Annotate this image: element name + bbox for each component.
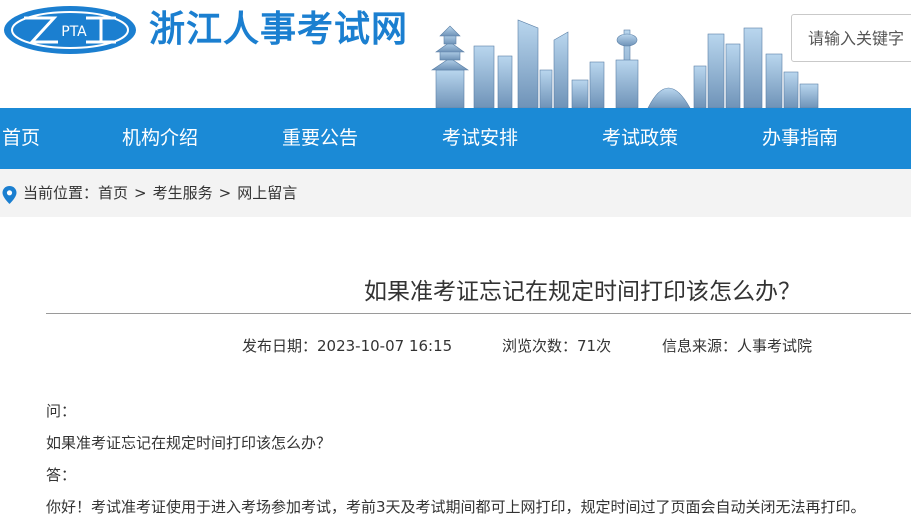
answer-text: 你好！考试准考证使用于进入考场参加考试，考前3天及考试期间都可上网打印，规定时间… (46, 498, 866, 516)
pta-logo-icon[interactable]: PTA (2, 4, 138, 56)
nav-item-service-guide[interactable]: 办事指南 (762, 108, 838, 169)
publish-date: 发布日期：2023-10-07 16:15 (242, 337, 453, 355)
logo-text: PTA (61, 24, 87, 40)
title-divider (46, 313, 911, 314)
site-name[interactable]: 浙江人事考试网 (149, 4, 408, 56)
view-count: 浏览次数：71次 (502, 337, 612, 355)
nav-item-announcements[interactable]: 重要公告 (282, 108, 358, 169)
breadcrumb-prefix: 当前位置： (23, 184, 99, 202)
search-input[interactable] (791, 14, 911, 62)
location-pin-icon (2, 186, 17, 204)
question-label: 问： (46, 402, 77, 420)
breadcrumb: 当前位置：首页 > 考生服务 > 网上留言 (0, 169, 911, 217)
breadcrumb-online-message[interactable]: 网上留言 (237, 184, 297, 202)
info-source: 信息来源：人事考试院 (662, 337, 813, 355)
breadcrumb-separator: > (218, 184, 232, 202)
answer-label: 答： (46, 466, 77, 484)
breadcrumb-home[interactable]: 首页 (98, 184, 128, 202)
nav-item-about[interactable]: 机构介绍 (122, 108, 198, 169)
nav-item-exam-policy[interactable]: 考试政策 (602, 108, 678, 169)
breadcrumb-trail: 当前位置：首页 > 考生服务 > 网上留言 (23, 169, 297, 217)
main-nav: 首页 机构介绍 重要公告 考试安排 考试政策 办事指南 (0, 108, 911, 169)
article-title: 如果准考证忘记在规定时间打印该怎么办？ (364, 279, 801, 305)
breadcrumb-separator: > (134, 184, 147, 202)
question-text: 如果准考证忘记在规定时间打印该怎么办？ (46, 434, 332, 452)
city-skyline-icon (431, 19, 819, 108)
breadcrumb-candidate-service[interactable]: 考生服务 (153, 184, 213, 202)
nav-item-home[interactable]: 首页 (2, 108, 40, 169)
site-header: PTA 浙江人事考试网 (0, 0, 911, 108)
nav-item-exam-schedule[interactable]: 考试安排 (442, 108, 518, 169)
